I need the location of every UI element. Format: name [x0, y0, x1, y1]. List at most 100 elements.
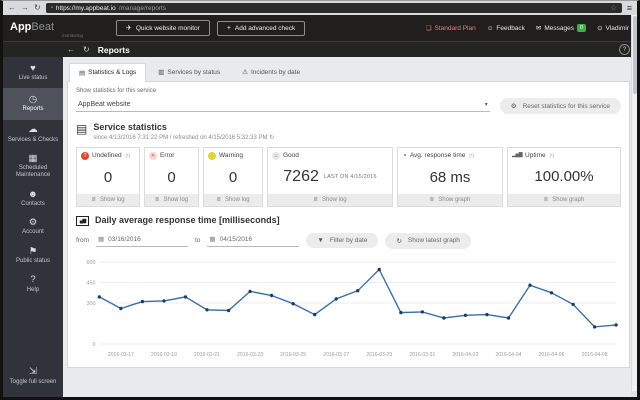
sidebar-item-public-status[interactable]: ⚑ Public status: [3, 242, 63, 271]
undefined-show-log-button[interactable]: ≣ Show log: [77, 193, 139, 206]
svg-text:2016-04-04: 2016-04-04: [496, 352, 522, 358]
standard-plan-link[interactable]: ❏ Standard Plan: [425, 24, 476, 33]
appbeat-logo[interactable]: AppBeat .monitoring: [3, 18, 109, 39]
tab-bar: ▤ Statistics & Logs ▥ Services by status…: [69, 63, 630, 82]
calendar-icon: ▦: [98, 236, 105, 244]
svg-text:2016-03-21: 2016-03-21: [194, 352, 220, 358]
scrollbar-thumb[interactable]: [632, 16, 637, 94]
refresh-icon[interactable]: ↻: [269, 135, 274, 141]
back-arrow-icon[interactable]: ←: [67, 45, 75, 54]
sidebar-item-live-status[interactable]: ♥ Live status: [3, 59, 63, 88]
from-date-input[interactable]: ▦ 03/16/2016: [96, 234, 188, 248]
bar-chart-icon: ▂▅▇: [512, 151, 523, 158]
sidebar-item-toggle-fullscreen[interactable]: ⇲ Toggle full screen: [3, 362, 63, 391]
stat-card-good: ☺ Good 7262 LAST ON 4/15/2016 ≣ Show log: [267, 146, 393, 207]
stat-card-error: ✕ Error 0 ≣ Show log: [144, 146, 199, 207]
gear-icon: ⚙: [28, 217, 38, 229]
service-statistics-title: Service statistics: [93, 122, 167, 132]
question-icon: ?: [30, 274, 36, 286]
sidebar-item-contacts[interactable]: ☻ Contacts: [3, 185, 63, 214]
area-chart-icon: ▄▆: [76, 215, 89, 226]
app-header: AppBeat .monitoring ✈ Quick website moni…: [3, 15, 637, 41]
undefined-status-icon: ?: [81, 151, 89, 160]
svg-text:2016-04-08: 2016-04-08: [582, 352, 608, 358]
refresh-icon[interactable]: ↻: [83, 45, 90, 54]
svg-text:2016-03-23: 2016-03-23: [237, 352, 263, 358]
calendar-icon: ▦: [209, 236, 216, 244]
add-check-label: Add advanced check: [234, 24, 296, 32]
cloud-icon: ☁: [28, 124, 38, 136]
daily-response-chart-title: Daily average response time [millisecond…: [95, 214, 280, 225]
browser-reload-icon[interactable]: ↻: [34, 4, 41, 12]
filter-by-date-button[interactable]: ▼ Filter by date: [306, 233, 379, 249]
sidebar-item-services-checks[interactable]: ☁ Services & Checks: [3, 120, 63, 149]
quick-website-monitor-button[interactable]: ✈ Quick website monitor: [116, 20, 210, 36]
chart-container: 0 300 450 600 2016-03-17 2016-03-19 2016-03-21…: [76, 255, 621, 361]
svg-text:2016-03-29: 2016-03-29: [366, 352, 392, 358]
svg-text:2016-03-31: 2016-03-31: [409, 352, 435, 358]
reset-statistics-button[interactable]: ⚙ Reset statistics for this service: [499, 98, 621, 114]
sidebar-item-reports[interactable]: ◷ Reports: [3, 87, 63, 121]
service-select-label: Show statistics for this service: [76, 88, 157, 94]
https-lock-icon: ▪: [50, 5, 53, 11]
sidebar-item-help[interactable]: ? Help: [3, 270, 63, 299]
service-select[interactable]: AppBeat website ▾: [76, 100, 490, 112]
browser-chrome: ← → ↻ ▪ https://my.appbeat.io /manage/re…: [3, 1, 637, 15]
to-date-input[interactable]: ▦ 04/15/2016: [207, 234, 300, 248]
logo-text-beat: Beat: [31, 20, 55, 33]
avg-response-show-graph-button[interactable]: ≣ Show graph: [398, 193, 502, 206]
uptime-show-graph-button[interactable]: ≣ Show graph: [508, 193, 620, 206]
svg-text:600: 600: [87, 260, 96, 266]
warning-triangle-icon: ⚠: [242, 69, 248, 76]
error-show-log-button[interactable]: ≣ Show log: [145, 193, 198, 206]
tab-services-by-status[interactable]: ▥ Services by status: [148, 63, 230, 81]
warning-show-log-button[interactable]: ≣ Show log: [204, 193, 262, 206]
external-link-icon: ❏: [425, 25, 432, 32]
sidebar-item-account[interactable]: ⚙ Account: [3, 213, 63, 242]
statistics-panel: Show statistics for this service AppBeat…: [67, 81, 630, 368]
page-subheader: ← ↻ Reports ?: [3, 41, 637, 57]
page-scrollbar[interactable]: [631, 15, 637, 397]
stat-card-uptime: ▂▅▇ Uptime [*] 100.00% ≣ Show graph: [507, 146, 621, 207]
svg-text:300: 300: [87, 301, 96, 307]
url-path: /manage/reports: [118, 4, 167, 12]
svg-text:2016-04-06: 2016-04-06: [539, 352, 565, 358]
good-show-log-button[interactable]: ≣ Show log: [268, 193, 392, 206]
address-bar[interactable]: ▪ https://my.appbeat.io /manage/reports …: [45, 3, 622, 13]
refresh-icon: ↻: [396, 237, 402, 245]
heartbeat-icon: ♥: [30, 63, 36, 74]
svg-text:2016-03-27: 2016-03-27: [323, 352, 349, 358]
browser-forward-icon[interactable]: →: [21, 4, 29, 12]
browser-back-icon[interactable]: ←: [8, 4, 16, 12]
report-document-icon: ▤: [76, 122, 88, 136]
stat-card-undefined: ? Undefined [*] 0 ≣ Show log: [76, 146, 140, 207]
show-latest-graph-button[interactable]: ↻ Show latest graph: [385, 232, 471, 249]
tab-incidents-by-date[interactable]: ⚠ Incidents by date: [232, 63, 310, 81]
envelope-icon: ✉: [535, 25, 542, 32]
chevron-down-icon: ▾: [484, 102, 488, 108]
help-button[interactable]: ?: [619, 44, 630, 55]
quick-monitor-label: Quick website monitor: [135, 24, 200, 32]
date-filter-row: from ▦ 03/16/2016 to ▦ 04/15/2016 ▼ Filt…: [76, 232, 621, 249]
warning-count: 0: [228, 168, 238, 186]
send-icon: ✈: [126, 25, 132, 32]
sidebar-item-scheduled-maintenance[interactable]: ▦ Scheduled Maintenance: [3, 149, 63, 185]
response-time-chart[interactable]: 0 300 450 600 2016-03-17 2016-03-19 2016-03-21…: [76, 255, 621, 361]
messages-link[interactable]: ✉ Messages 0: [535, 23, 587, 33]
add-advanced-check-button[interactable]: + Add advanced check: [216, 20, 306, 36]
tab-statistics-logs[interactable]: ▤ Statistics & Logs: [69, 63, 147, 82]
browser-menu-icon[interactable]: ≡: [627, 3, 632, 13]
uptime-value: 100.00%: [534, 168, 594, 186]
feedback-link[interactable]: ☺ Feedback: [487, 25, 525, 32]
url-domain: https://my.appbeat.io: [55, 4, 116, 12]
error-count: 0: [167, 168, 176, 186]
clock-icon: ◷: [28, 93, 38, 105]
undefined-count: 0: [103, 168, 113, 186]
main-content: ▤ Statistics & Logs ▥ Services by status…: [63, 57, 637, 397]
bookmark-star-icon[interactable]: ☆: [610, 4, 616, 12]
to-label: to: [195, 237, 201, 245]
logo-text-app: App: [10, 20, 32, 33]
user-menu[interactable]: ⊙ Vladimir: [597, 24, 629, 33]
gear-icon: ⚙: [510, 103, 517, 110]
power-icon: ⊙: [597, 25, 603, 32]
